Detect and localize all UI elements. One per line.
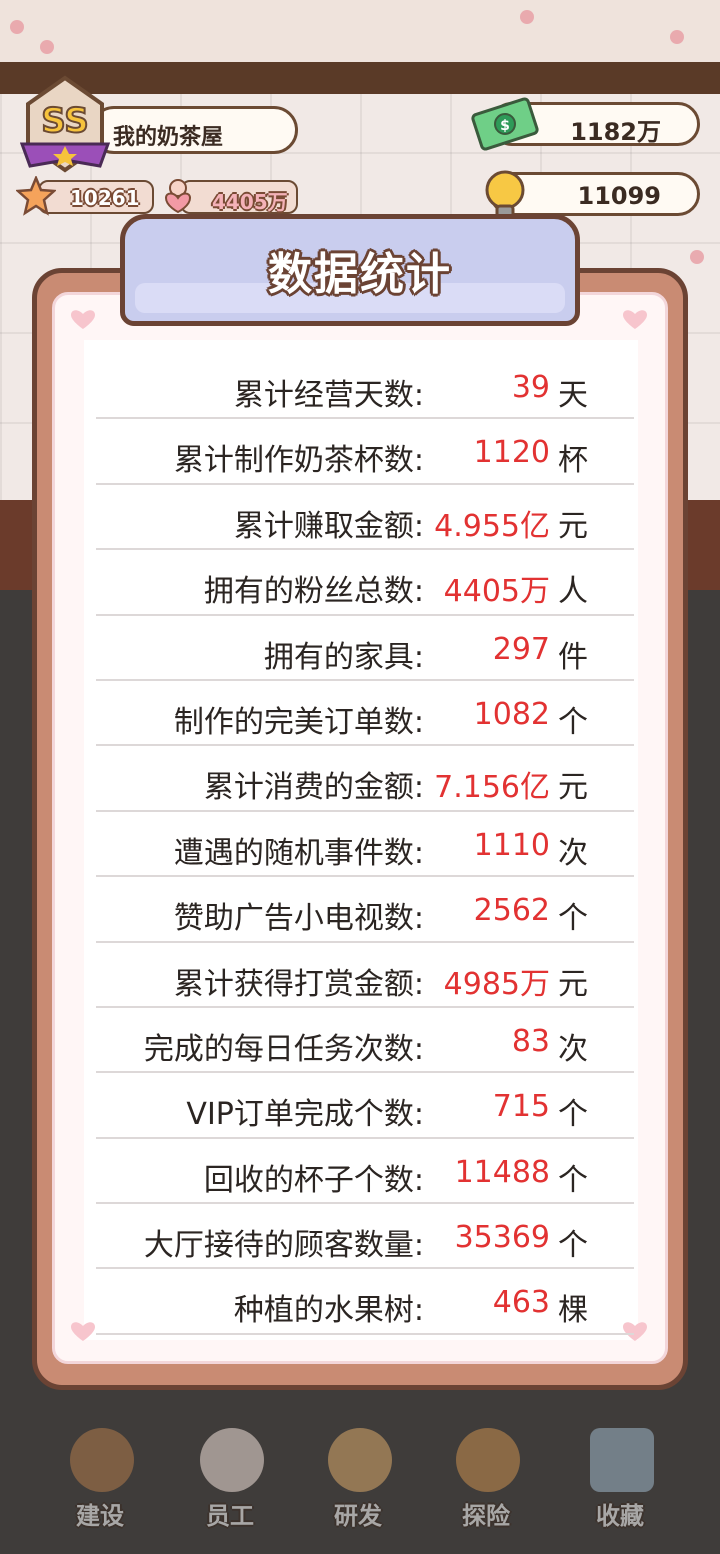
rank-text: SS [41,101,88,141]
nav-research[interactable]: 研发 [308,1420,408,1540]
stat-row: 遭遇的随机事件数: 1110 次 [96,812,634,878]
stat-unit: 个 [558,901,588,937]
stat-row: 赞助广告小电视数: 2562 个 [96,877,634,943]
stars-value: 10261 [70,186,140,210]
stat-label: 制作的完美订单数: [173,704,424,740]
stat-label: 赞助广告小电视数: [173,901,424,937]
stat-unit: 杯 [558,443,588,479]
blossom-decoration [670,30,684,44]
stat-row: 种植的水果树: 463 棵 [96,1269,634,1335]
stat-value: 35369 [454,1220,550,1256]
stat-unit: 元 [558,966,588,1002]
nav-explore-label: 探险 [462,1502,510,1530]
stat-label: 累计赚取金额: [233,508,424,544]
nav-explore[interactable]: 探险 [436,1420,536,1540]
stat-row: 累计消费的金额: 7.156亿元 [96,746,634,812]
stat-value: 2562 [473,893,550,929]
stat-label: 回收的杯子个数: [203,1162,424,1198]
heart-icon [623,310,647,329]
blossom-decoration [10,20,24,34]
svg-text:$: $ [500,118,510,134]
stat-row: 累计赚取金额: 4.955亿元 [96,485,634,551]
stat-label: 大厅接待的顾客数量: [143,1228,424,1264]
background-ceiling [0,0,720,70]
compass-icon [456,1428,520,1492]
stat-label: 拥有的家具: [263,639,424,675]
heart-icon [71,1322,95,1341]
nav-staff-label: 员工 [206,1502,254,1530]
stat-row: 完成的每日任务次数: 83 次 [96,1008,634,1074]
stat-value: 4985万 [443,966,550,1002]
fans-value: 4405万 [212,190,288,214]
stat-value: 4.955亿 [434,508,550,544]
stat-row: 大厅接待的顾客数量: 35369 个 [96,1204,634,1270]
fan-heart-icon [164,179,192,214]
stat-row: 累计获得打赏金额: 4985万元 [96,943,634,1008]
stat-unit: 个 [558,1228,588,1264]
stat-value: 39 [511,370,550,405]
milk-tea-icon [328,1428,392,1492]
stat-unit: 个 [558,1162,588,1198]
nav-build-label: 建设 [76,1502,124,1530]
book-icon [590,1428,654,1492]
stat-value: 11488 [454,1154,550,1190]
stats-list[interactable]: 累计经营天数: 39 天 累计制作奶茶杯数: 1120 杯 累计赚取金额: 4.955亿元… [96,354,634,1335]
stat-value: 1120 [473,435,550,471]
stat-unit: 天 [558,378,588,413]
stat-unit: 个 [558,1097,588,1133]
shop-name-plate[interactable]: 我的奶茶屋 [90,106,298,154]
stat-label: 累计获得打赏金额: [173,966,424,1002]
stat-label: 累计经营天数: [233,378,424,413]
stat-value: 1110 [473,827,550,863]
stat-label: 遭遇的随机事件数: [173,835,424,871]
stat-label: 累计消费的金额: [203,770,424,806]
blossom-decoration [40,40,54,54]
shop-name: 我的奶茶屋 [113,125,224,150]
nav-build[interactable]: 建设 [50,1420,150,1540]
nav-research-label: 研发 [334,1502,382,1530]
panel-title: 数据统计 [268,249,452,300]
blossom-decoration [520,10,534,24]
stat-row: 制作的完美订单数: 1082 个 [96,681,634,747]
star-icon [16,176,56,216]
nav-staff[interactable]: 员工 [180,1420,280,1540]
stat-value: 463 [492,1285,550,1321]
stat-unit: 次 [558,1031,588,1067]
nav-collection[interactable]: 收藏 [570,1420,670,1540]
stat-row: 回收的杯子个数: 11488 个 [96,1139,634,1205]
stat-unit: 人 [558,574,588,610]
stat-label: 拥有的粉丝总数: [203,574,424,610]
money-value: 1182万 [570,118,661,146]
stat-value: 1082 [473,696,550,732]
stat-row: 累计经营天数: 39 天 [96,354,634,420]
stat-label: 累计制作奶茶杯数: [173,443,424,479]
stat-value: 83 [511,1023,550,1059]
stat-label: 完成的每日任务次数: [143,1031,424,1067]
hammer-brush-icon [70,1428,134,1492]
stat-row: VIP订单完成个数: 715 个 [96,1073,634,1139]
stat-row: 累计制作奶茶杯数: 1120 杯 [96,419,634,485]
stat-unit: 个 [558,704,588,740]
stat-unit: 棵 [558,1293,588,1329]
stat-value: 7.156亿 [434,770,550,806]
cash-icon: $ [471,97,539,151]
stat-label: VIP订单完成个数: [186,1097,424,1133]
stat-unit: 次 [558,835,588,871]
heart-icon [71,310,95,329]
ideas-value: 11099 [577,182,662,210]
stat-label: 种植的水果树: [233,1293,424,1329]
stat-row: 拥有的家具: 297 件 [96,616,634,681]
rank-badge-icon[interactable]: SS [20,74,110,184]
paw-icon [200,1428,264,1492]
stat-unit: 件 [558,639,588,675]
stat-unit: 元 [558,770,588,806]
stat-unit: 元 [558,508,588,544]
nav-collection-label: 收藏 [596,1502,644,1530]
stat-value: 4405万 [443,574,550,610]
stat-value: 715 [492,1089,550,1125]
stat-value: 297 [492,631,550,667]
stat-row: 拥有的粉丝总数: 4405万人 [96,550,634,616]
